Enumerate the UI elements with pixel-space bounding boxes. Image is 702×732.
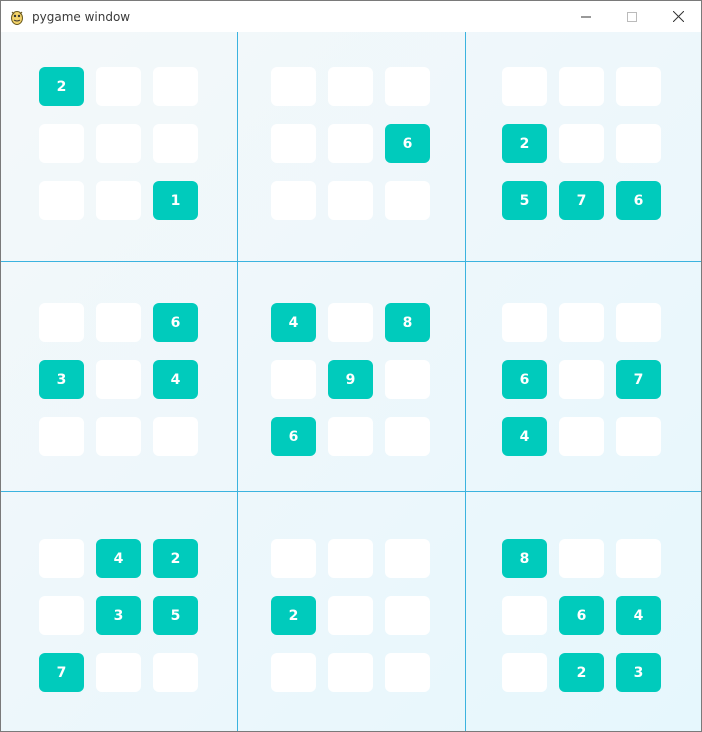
minimize-button[interactable] <box>563 1 609 32</box>
sudoku-cell[interactable] <box>559 124 604 163</box>
sudoku-cell[interactable] <box>153 124 198 163</box>
sudoku-cell[interactable] <box>559 303 604 342</box>
sudoku-board: 2621576648349676442835264723 <box>1 32 701 731</box>
sudoku-cell[interactable]: 4 <box>502 417 547 456</box>
sudoku-cell[interactable] <box>271 124 316 163</box>
sudoku-cell[interactable]: 9 <box>328 360 373 399</box>
sudoku-cell[interactable]: 1 <box>153 181 198 220</box>
sudoku-cell[interactable]: 2 <box>502 124 547 163</box>
sudoku-cell[interactable]: 6 <box>616 181 661 220</box>
sudoku-cell[interactable] <box>96 417 141 456</box>
sudoku-cell[interactable] <box>271 539 316 578</box>
sudoku-cell[interactable]: 6 <box>559 596 604 635</box>
sudoku-cell[interactable] <box>502 596 547 635</box>
sudoku-cell[interactable]: 3 <box>39 360 84 399</box>
sudoku-cell[interactable] <box>39 124 84 163</box>
sudoku-cell[interactable]: 3 <box>96 596 141 635</box>
sudoku-cell[interactable] <box>559 360 604 399</box>
sudoku-cell[interactable]: 2 <box>39 67 84 106</box>
sudoku-cell[interactable] <box>385 67 430 106</box>
sudoku-cell[interactable] <box>385 539 430 578</box>
sudoku-cell[interactable] <box>96 67 141 106</box>
close-icon <box>672 11 684 22</box>
sudoku-cell[interactable]: 4 <box>616 596 661 635</box>
sudoku-cell[interactable] <box>559 417 604 456</box>
sudoku-cell[interactable] <box>502 303 547 342</box>
sudoku-cell[interactable]: 2 <box>559 653 604 692</box>
sudoku-cell[interactable]: 6 <box>385 124 430 163</box>
sudoku-cell[interactable] <box>153 653 198 692</box>
sudoku-cell[interactable] <box>616 539 661 578</box>
sudoku-cell[interactable]: 2 <box>271 596 316 635</box>
sudoku-cell[interactable] <box>385 596 430 635</box>
sudoku-cell[interactable] <box>39 539 84 578</box>
sudoku-cell[interactable] <box>271 360 316 399</box>
sudoku-cell[interactable] <box>271 653 316 692</box>
sudoku-cell[interactable] <box>153 417 198 456</box>
sudoku-cell[interactable] <box>385 181 430 220</box>
sudoku-cell[interactable] <box>328 303 373 342</box>
grid-line-horizontal <box>1 261 701 262</box>
sudoku-cell[interactable] <box>153 67 198 106</box>
sudoku-cell[interactable]: 5 <box>502 181 547 220</box>
sudoku-cell[interactable] <box>328 181 373 220</box>
maximize-icon <box>627 11 637 22</box>
sudoku-cell[interactable] <box>328 67 373 106</box>
sudoku-cell[interactable]: 6 <box>271 417 316 456</box>
minimize-icon <box>581 16 591 17</box>
sudoku-cell[interactable]: 7 <box>39 653 84 692</box>
grid-line-vertical <box>465 32 466 731</box>
sudoku-cell[interactable] <box>328 596 373 635</box>
sudoku-cell[interactable] <box>328 417 373 456</box>
sudoku-cell[interactable] <box>39 303 84 342</box>
sudoku-cell[interactable]: 7 <box>616 360 661 399</box>
sudoku-cell[interactable] <box>502 653 547 692</box>
sudoku-cell[interactable]: 4 <box>153 360 198 399</box>
window-title: pygame window <box>32 9 131 24</box>
sudoku-cell[interactable] <box>385 653 430 692</box>
sudoku-cell[interactable] <box>616 417 661 456</box>
sudoku-cell[interactable] <box>96 124 141 163</box>
title-bar[interactable]: pygame window <box>1 1 701 32</box>
grid-line-vertical <box>237 32 238 731</box>
sudoku-cell[interactable] <box>271 181 316 220</box>
sudoku-cell[interactable] <box>328 124 373 163</box>
sudoku-cell[interactable] <box>559 539 604 578</box>
sudoku-cell[interactable]: 4 <box>96 539 141 578</box>
grid-line-horizontal <box>1 491 701 492</box>
sudoku-cell[interactable]: 8 <box>385 303 430 342</box>
sudoku-cell[interactable]: 3 <box>616 653 661 692</box>
sudoku-cell[interactable] <box>559 67 604 106</box>
sudoku-cell[interactable] <box>385 417 430 456</box>
sudoku-cell[interactable] <box>96 360 141 399</box>
sudoku-cell[interactable] <box>96 303 141 342</box>
sudoku-cell[interactable]: 6 <box>153 303 198 342</box>
sudoku-cell[interactable] <box>39 417 84 456</box>
sudoku-cell[interactable] <box>616 124 661 163</box>
pygame-window: pygame window 26215766483496764428352647… <box>0 0 702 732</box>
pygame-snake-icon <box>11 10 23 25</box>
sudoku-cell[interactable] <box>96 181 141 220</box>
sudoku-cell[interactable] <box>96 653 141 692</box>
sudoku-cell[interactable] <box>385 360 430 399</box>
sudoku-cell[interactable] <box>502 67 547 106</box>
close-button[interactable] <box>655 1 701 32</box>
sudoku-cell[interactable] <box>39 181 84 220</box>
sudoku-cell[interactable] <box>39 596 84 635</box>
sudoku-cell[interactable] <box>328 653 373 692</box>
sudoku-cell[interactable] <box>328 539 373 578</box>
sudoku-cell[interactable]: 2 <box>153 539 198 578</box>
sudoku-cell[interactable] <box>271 67 316 106</box>
window-controls <box>563 1 701 32</box>
sudoku-cell[interactable]: 7 <box>559 181 604 220</box>
sudoku-cell[interactable]: 8 <box>502 539 547 578</box>
maximize-button[interactable] <box>609 1 655 32</box>
sudoku-cell[interactable] <box>616 67 661 106</box>
sudoku-cell[interactable]: 4 <box>271 303 316 342</box>
sudoku-cell[interactable] <box>616 303 661 342</box>
sudoku-cell[interactable]: 6 <box>502 360 547 399</box>
sudoku-cell[interactable]: 5 <box>153 596 198 635</box>
